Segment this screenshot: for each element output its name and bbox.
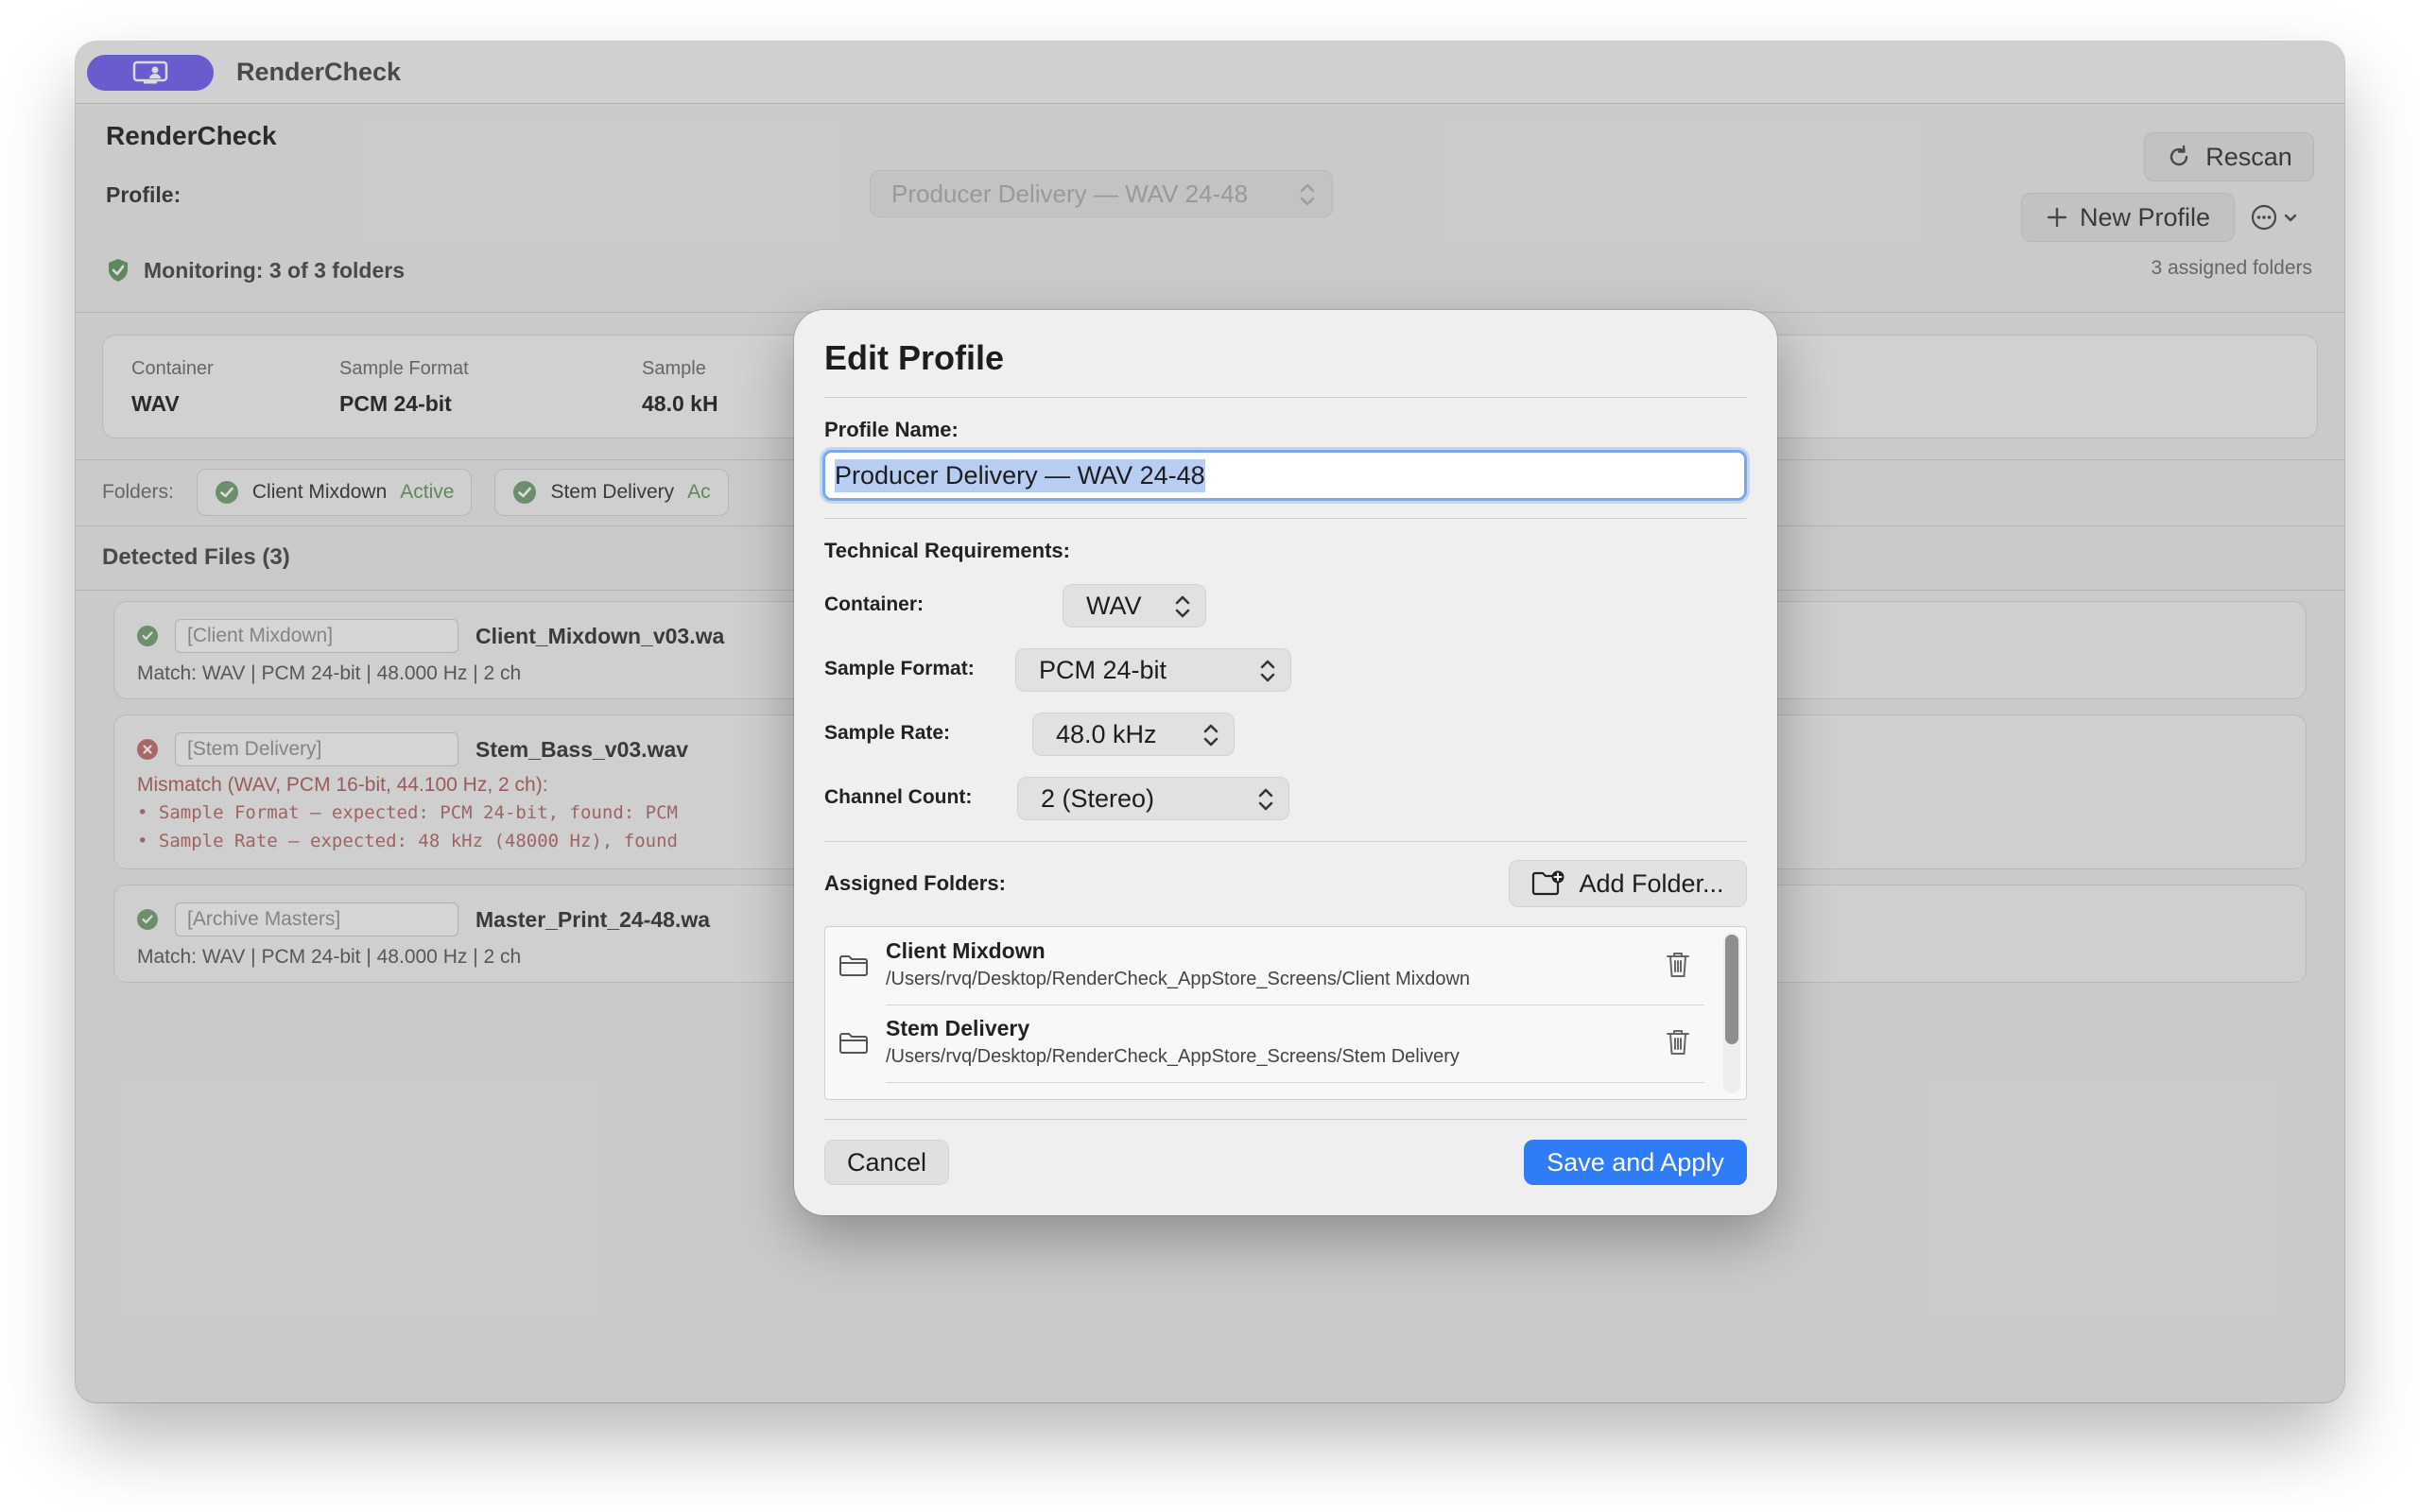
dialog-title: Edit Profile	[824, 338, 1005, 377]
folder-path: /Users/rvq/Desktop/RenderCheck_AppStore_…	[886, 969, 1471, 989]
channel-count-label: Channel Count:	[824, 786, 973, 808]
app-window: RenderCheck RenderCheck Profile: Produce…	[76, 42, 2344, 1402]
profile-name-field[interactable]: Producer Delivery — WAV 24-48	[822, 450, 1747, 501]
sample-rate-select[interactable]: 48.0 kHz	[1032, 713, 1235, 756]
assigned-folders-list[interactable]: Client Mixdown /Users/rvq/Desktop/Render…	[824, 926, 1747, 1100]
container-select[interactable]: WAV	[1063, 584, 1206, 627]
container-value: WAV	[1086, 591, 1142, 620]
add-folder-label: Add Folder...	[1579, 868, 1724, 898]
chevron-updown-icon	[1203, 724, 1219, 747]
trash-icon[interactable]	[1665, 1027, 1691, 1057]
channel-count-select[interactable]: 2 (Stereo)	[1017, 777, 1289, 820]
sample-format-value: PCM 24-bit	[1039, 655, 1167, 684]
scrollbar-thumb[interactable]	[1725, 935, 1738, 1044]
chevron-updown-icon	[1258, 788, 1273, 811]
list-item[interactable]: Client Mixdown /Users/rvq/Desktop/Render…	[825, 927, 1704, 1005]
technical-requirements-label: Technical Requirements:	[824, 539, 1070, 562]
sample-format-label: Sample Format:	[824, 658, 975, 679]
chevron-updown-icon	[1175, 595, 1190, 618]
save-and-apply-button[interactable]: Save and Apply	[1524, 1140, 1747, 1185]
dialog-divider	[824, 841, 1747, 842]
folder-name: Client Mixdown	[886, 938, 1046, 963]
edit-profile-dialog: Edit Profile Profile Name: Producer Deli…	[794, 310, 1777, 1215]
folder-icon	[839, 1033, 868, 1054]
add-folder-button[interactable]: Add Folder...	[1509, 860, 1747, 907]
folder-name: Stem Delivery	[886, 1016, 1030, 1040]
sample-rate-value: 48.0 kHz	[1056, 719, 1157, 748]
sample-format-select[interactable]: PCM 24-bit	[1015, 648, 1291, 692]
folder-path: /Users/rvq/Desktop/RenderCheck_AppStore_…	[886, 1046, 1460, 1067]
channel-count-value: 2 (Stereo)	[1041, 783, 1155, 813]
assigned-folders-label: Assigned Folders:	[824, 871, 1006, 895]
dialog-divider	[824, 1119, 1747, 1120]
profile-name-value: Producer Delivery — WAV 24-48	[835, 458, 1205, 492]
folder-badge-plus-icon	[1532, 870, 1564, 896]
container-label: Container:	[824, 593, 924, 615]
dialog-divider	[824, 397, 1747, 398]
list-separator	[886, 1082, 1704, 1083]
chevron-updown-icon	[1260, 660, 1275, 682]
cancel-button[interactable]: Cancel	[824, 1140, 949, 1185]
sample-rate-label: Sample Rate:	[824, 722, 951, 744]
profile-name-label: Profile Name:	[824, 418, 959, 441]
folder-icon	[839, 955, 868, 976]
list-item[interactable]: Stem Delivery /Users/rvq/Desktop/RenderC…	[825, 1005, 1704, 1082]
trash-icon[interactable]	[1665, 950, 1691, 980]
dialog-divider	[824, 518, 1747, 519]
